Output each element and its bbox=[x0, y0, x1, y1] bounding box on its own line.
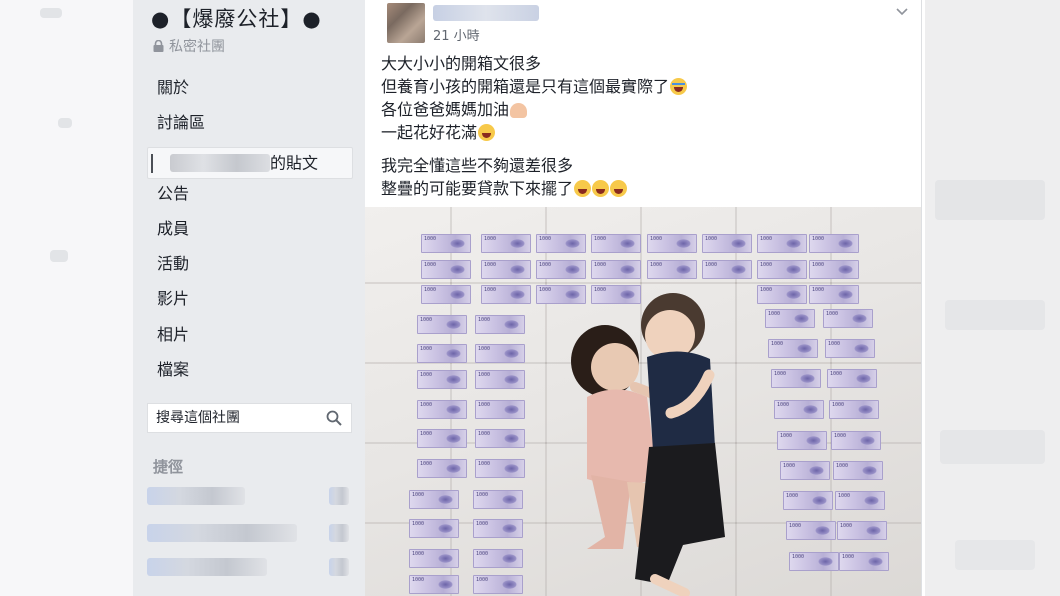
chevron-down-icon[interactable] bbox=[895, 2, 909, 21]
laughing-emoji-icon bbox=[478, 124, 496, 141]
nav-item-my-posts[interactable]: 的貼文 bbox=[147, 146, 353, 179]
laughing-emoji-icon bbox=[592, 180, 610, 197]
shortcut-item[interactable] bbox=[147, 524, 297, 542]
post-line-text: 整疊的可能要貸款下來擺了 bbox=[381, 179, 574, 198]
nav-item-discussion[interactable]: 討論區 bbox=[147, 111, 353, 146]
nav-item-members[interactable]: 成員 bbox=[147, 217, 353, 252]
left-background bbox=[0, 0, 133, 596]
nav-item-about[interactable]: 關於 bbox=[147, 76, 353, 111]
avatar[interactable] bbox=[387, 3, 425, 43]
blurred-background-element bbox=[935, 180, 1045, 220]
shortcut-item[interactable] bbox=[147, 487, 245, 505]
blurred-background-element bbox=[40, 8, 62, 18]
blurred-background-element bbox=[940, 430, 1045, 464]
post-line: 但養育小孩的開箱還是只有這個最實際了 bbox=[381, 75, 688, 98]
blurred-background-element bbox=[50, 250, 68, 262]
shortcut-count bbox=[329, 558, 349, 576]
group-search-box bbox=[147, 403, 352, 433]
shortcut-count bbox=[329, 487, 349, 505]
right-background bbox=[925, 0, 1060, 596]
blurred-background-element bbox=[955, 540, 1035, 570]
post-card: 21 小時 大大小小的開箱文很多 但養育小孩的開箱還是只有這個最實際了 各位爸爸… bbox=[365, 0, 922, 596]
nav-item-videos[interactable]: 影片 bbox=[147, 287, 353, 322]
search-icon[interactable] bbox=[326, 410, 342, 430]
nav-item-files[interactable]: 檔案 bbox=[147, 358, 353, 393]
flexed-biceps-emoji-icon bbox=[510, 103, 528, 118]
post-line-text: 但養育小孩的開箱還是只有這個最實際了 bbox=[381, 77, 670, 96]
post-line: 一起花好花滿 bbox=[381, 121, 687, 144]
nav-item-announcements[interactable]: 公告 bbox=[147, 182, 353, 217]
post-line: 各位爸爸媽媽加油 bbox=[381, 98, 687, 121]
post-line-text: 一起花好花滿 bbox=[381, 123, 478, 142]
group-nav: 關於 討論區 的貼文 公告 成員 活動 影片 相片 檔案 bbox=[147, 76, 353, 393]
privacy-label: 私密社團 bbox=[169, 39, 225, 55]
blurred-background-element bbox=[945, 300, 1045, 330]
post-body: 大大小小的開箱文很多 但養育小孩的開箱還是只有這個最實際了 各位爸爸媽媽加油 一… bbox=[381, 52, 688, 200]
post-line-text: 我完全懂這些不夠還差很多 bbox=[381, 156, 574, 175]
post-line: 大大小小的開箱文很多 bbox=[381, 52, 687, 75]
shortcut-item[interactable] bbox=[147, 558, 267, 576]
post-photo[interactable] bbox=[365, 207, 921, 596]
shortcut-count bbox=[329, 524, 349, 542]
search-input[interactable] bbox=[148, 404, 324, 432]
crying-emoji-icon bbox=[670, 78, 688, 95]
nav-item-label: 的貼文 bbox=[270, 153, 319, 173]
nav-item-photos[interactable]: 相片 bbox=[147, 323, 353, 358]
group-sidebar: ●【爆廢公社】● 私密社團 關於 討論區 的貼文 公告 成員 活動 影片 相片 … bbox=[133, 0, 365, 596]
blurred-background-element bbox=[58, 118, 72, 128]
post-line-text: 各位爸爸媽媽加油 bbox=[381, 100, 510, 119]
laughing-emoji-icon bbox=[610, 180, 628, 197]
post-timestamp[interactable]: 21 小時 bbox=[433, 25, 480, 44]
post-line-text: 大大小小的開箱文很多 bbox=[381, 54, 542, 73]
laughing-emoji-icon bbox=[574, 180, 592, 197]
privacy-indicator: 私密社團 bbox=[153, 36, 225, 56]
lock-icon bbox=[153, 40, 164, 52]
blurred-user-name bbox=[170, 154, 270, 173]
post-line: 我完全懂這些不夠還差很多 bbox=[381, 154, 687, 177]
children-illustration bbox=[571, 293, 725, 596]
blurred-poster-name[interactable] bbox=[433, 5, 539, 21]
group-title[interactable]: ●【爆廢公社】● bbox=[151, 3, 322, 33]
post-line: 整疊的可能要貸款下來擺了 bbox=[381, 177, 687, 200]
nav-item-events[interactable]: 活動 bbox=[147, 252, 353, 287]
shortcuts-heading: 捷徑 bbox=[153, 458, 184, 476]
